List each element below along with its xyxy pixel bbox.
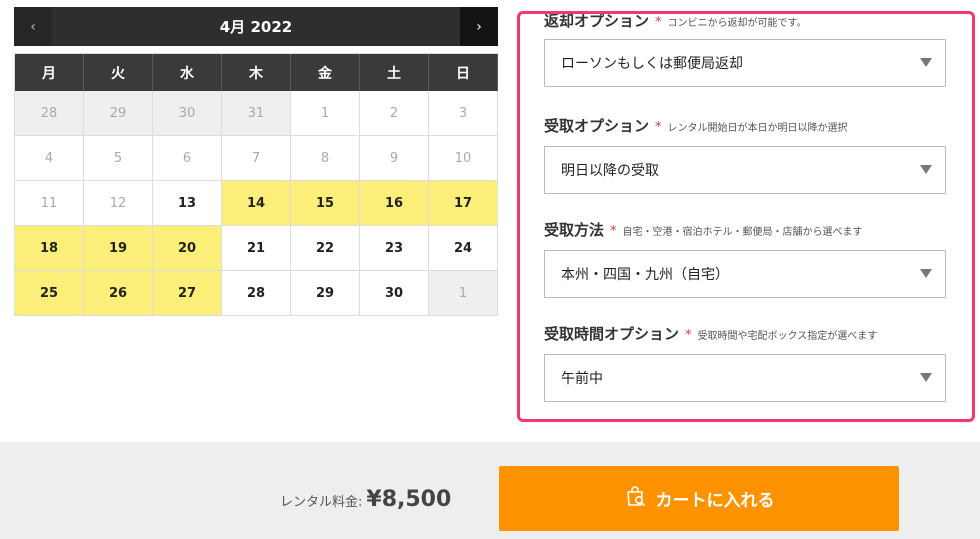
weekday-header: 月 [15,54,84,91]
required-mark: * [655,15,662,30]
method-option-select[interactable]: 本州・四国・九州（自宅） [544,250,946,298]
calendar-day: 5 [84,136,153,181]
method-option: 受取方法 * 自宅・空港・宿泊ホテル・郵便局・店舗から選べます 本州・四国・九州… [544,219,946,298]
return-option-select[interactable]: ローソンもしくは郵便局返却 [544,39,946,87]
time-option-note: 受取時間や宅配ボックス指定が選べます [697,331,878,342]
calendar-day[interactable]: 25 [15,271,84,316]
dropdown-caret-icon [920,269,932,278]
calendar-day: 1 [429,271,498,316]
calendar-day[interactable]: 15 [291,181,360,226]
required-mark: * [655,120,662,135]
dropdown-caret-icon [920,165,932,174]
calendar-day[interactable]: 26 [84,271,153,316]
calendar-day[interactable]: 24 [429,226,498,271]
calendar-day: 7 [222,136,291,181]
calendar-day: 4 [15,136,84,181]
calendar-month-title: 4月 2022 [219,18,293,36]
rental-price-value: ¥8,500 [366,487,452,512]
calendar-day[interactable]: 16 [360,181,429,226]
weekday-header: 金 [291,54,360,91]
calendar-header: ‹ 4月 2022 › [14,7,498,46]
calendar-day: 1 [291,91,360,136]
return-option: 返却オプション * コンビニから返却が可能です。 ローソンもしくは郵便局返却 [544,12,946,87]
dropdown-caret-icon [920,58,932,67]
time-option-value: 午前中 [561,371,603,387]
weekday-header: 水 [153,54,222,91]
calendar-day: 3 [429,91,498,136]
weekday-header: 火 [84,54,153,91]
calendar-day: 11 [15,181,84,226]
calendar-day: 28 [15,91,84,136]
add-to-cart-button[interactable]: カートに入れる [499,466,899,531]
calendar-day: 2 [360,91,429,136]
calendar-day[interactable]: 27 [153,271,222,316]
rental-price-label: レンタル料金: [280,495,363,510]
calendar-day[interactable]: 14 [222,181,291,226]
rental-price: レンタル料金: ¥8,500 [280,487,451,512]
method-option-note: 自宅・空港・宿泊ホテル・郵便局・店舗から選べます [622,227,863,238]
cart-footer: レンタル料金: ¥8,500 カートに入れる [0,442,980,539]
calendar-day[interactable]: 21 [222,226,291,271]
pickup-option-value: 明日以降の受取 [561,163,659,179]
calendar-day[interactable]: 23 [360,226,429,271]
calendar-day[interactable]: 22 [291,226,360,271]
time-option: 受取時間オプション * 受取時間や宅配ボックス指定が選べます 午前中 [544,323,946,402]
dropdown-caret-icon [920,373,932,382]
options-panel: 返却オプション * コンビニから返却が可能です。 ローソンもしくは郵便局返却 受… [517,11,975,422]
return-option-value: ローソンもしくは郵便局返却 [561,56,743,72]
return-option-label: 返却オプション [544,12,650,30]
next-month-button[interactable]: › [460,7,498,46]
calendar-day[interactable]: 29 [291,271,360,316]
weekday-header: 木 [222,54,291,91]
calendar-day: 8 [291,136,360,181]
pickup-option-note: レンタル開始日が本日か明日以降か選択 [667,123,848,134]
calendar-day[interactable]: 18 [15,226,84,271]
time-option-select[interactable]: 午前中 [544,354,946,402]
calendar-day[interactable]: 17 [429,181,498,226]
calendar-day[interactable]: 30 [360,271,429,316]
calendar-day[interactable]: 13 [153,181,222,226]
calendar-day: 12 [84,181,153,226]
method-option-label: 受取方法 [544,221,605,239]
required-mark: * [610,224,617,239]
calendar-day[interactable]: 20 [153,226,222,271]
calendar-day: 10 [429,136,498,181]
weekday-header: 土 [360,54,429,91]
calendar-day[interactable]: 19 [84,226,153,271]
time-option-label: 受取時間オプション [544,325,680,343]
shopping-bag-search-icon [624,484,648,513]
required-mark: * [685,328,692,343]
method-option-value: 本州・四国・九州（自宅） [561,267,729,283]
calendar-day[interactable]: 28 [222,271,291,316]
calendar-day: 30 [153,91,222,136]
add-to-cart-label: カートに入れる [655,491,775,511]
pickup-option-label: 受取オプション [544,117,650,135]
prev-month-button[interactable]: ‹ [14,7,52,46]
calendar: ‹ 4月 2022 › 月火水木金土日 28 29 30 31 1 2 3 4 5 6 7 8 9 10 11… [14,7,498,316]
calendar-day: 9 [360,136,429,181]
pickup-option: 受取オプション * レンタル開始日が本日か明日以降か選択 明日以降の受取 [544,115,946,194]
calendar-day: 29 [84,91,153,136]
weekday-header: 日 [429,54,498,91]
pickup-option-select[interactable]: 明日以降の受取 [544,146,946,194]
return-option-note: コンビニから返却が可能です。 [667,18,807,29]
calendar-grid: 月火水木金土日 28 29 30 31 1 2 3 4 5 6 7 8 9 10 11 12 13 14 15 16 17… [14,53,498,316]
calendar-day: 6 [153,136,222,181]
calendar-day: 31 [222,91,291,136]
